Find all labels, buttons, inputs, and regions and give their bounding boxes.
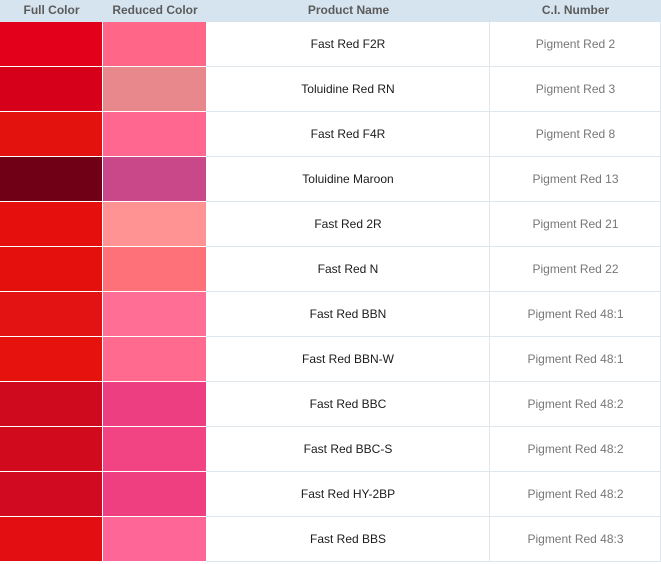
product-name-cell: Fast Red F2R xyxy=(207,22,490,66)
product-name-cell: Fast Red BBC-S xyxy=(207,427,490,471)
table-row: Toluidine Red RN Pigment Red 3 xyxy=(0,67,661,112)
reduced-color-swatch xyxy=(103,157,206,201)
product-name-cell: Fast Red BBC xyxy=(207,382,490,426)
full-color-swatch xyxy=(0,382,102,426)
table-row: Fast Red F2R Pigment Red 2 xyxy=(0,22,661,67)
reduced-color-swatch xyxy=(103,427,206,471)
reduced-color-swatch xyxy=(103,67,206,111)
header-reduced-color: Reduced Color xyxy=(112,3,198,17)
ci-number-cell: Pigment Red 48:2 xyxy=(527,397,624,411)
reduced-color-swatch xyxy=(103,112,206,156)
reduced-color-swatch xyxy=(103,22,206,66)
table-row: Fast Red HY-2BP Pigment Red 48:2 xyxy=(0,472,661,517)
table-row: Fast Red BBN-W Pigment Red 48:1 xyxy=(0,337,661,382)
ci-number-cell: Pigment Red 2 xyxy=(535,37,616,51)
full-color-swatch xyxy=(0,67,102,111)
product-name-cell: Fast Red BBN-W xyxy=(207,337,490,381)
ci-number-cell: Pigment Red 48:3 xyxy=(527,532,624,546)
table-row: Fast Red BBN Pigment Red 48:1 xyxy=(0,292,661,337)
full-color-swatch xyxy=(0,337,102,381)
table-row: Toluidine Maroon Pigment Red 13 xyxy=(0,157,661,202)
reduced-color-swatch xyxy=(103,247,206,291)
full-color-swatch xyxy=(0,202,102,246)
reduced-color-swatch xyxy=(103,292,206,336)
ci-number-cell: Pigment Red 3 xyxy=(535,82,616,96)
full-color-swatch xyxy=(0,112,102,156)
reduced-color-swatch xyxy=(103,472,206,516)
table-row: Fast Red BBC Pigment Red 48:2 xyxy=(0,382,661,427)
ci-number-cell: Pigment Red 13 xyxy=(532,172,619,186)
product-name-cell: Fast Red HY-2BP xyxy=(207,472,490,516)
table-row: Fast Red F4R Pigment Red 8 xyxy=(0,112,661,157)
full-color-swatch xyxy=(0,517,102,561)
product-name-cell: Toluidine Red RN xyxy=(207,67,490,111)
header-ci-number: C.I. Number xyxy=(541,3,610,17)
product-name-cell: Fast Red BBN xyxy=(207,292,490,336)
ci-number-cell: Pigment Red 48:2 xyxy=(527,487,624,501)
product-name-cell: Toluidine Maroon xyxy=(207,157,490,201)
ci-number-cell: Pigment Red 21 xyxy=(532,217,619,231)
table-row: Fast Red BBC-S Pigment Red 48:2 xyxy=(0,427,661,472)
reduced-color-swatch xyxy=(103,517,206,561)
product-name-cell: Fast Red BBS xyxy=(207,517,490,561)
row-divider xyxy=(207,561,661,562)
reduced-color-swatch xyxy=(103,202,206,246)
table-row: Fast Red N Pigment Red 22 xyxy=(0,247,661,292)
ci-number-cell: Pigment Red 22 xyxy=(532,262,619,276)
full-color-swatch xyxy=(0,157,102,201)
pigment-table: Full Color Reduced Color Product Name C.… xyxy=(0,0,661,564)
product-name-cell: Fast Red 2R xyxy=(207,202,490,246)
full-color-swatch xyxy=(0,472,102,516)
reduced-color-swatch xyxy=(103,382,206,426)
header-full-color: Full Color xyxy=(23,3,80,17)
table-header: Full Color Reduced Color Product Name C.… xyxy=(0,0,661,22)
reduced-color-swatch xyxy=(103,337,206,381)
ci-number-cell: Pigment Red 48:1 xyxy=(527,307,624,321)
ci-number-cell: Pigment Red 48:1 xyxy=(527,352,624,366)
full-color-swatch xyxy=(0,22,102,66)
table-row: Fast Red 2R Pigment Red 21 xyxy=(0,202,661,247)
product-name-cell: Fast Red F4R xyxy=(207,112,490,156)
header-product-name: Product Name xyxy=(307,3,390,17)
table-row: Fast Red BBS Pigment Red 48:3 xyxy=(0,517,661,562)
full-color-swatch xyxy=(0,427,102,471)
product-name-cell: Fast Red N xyxy=(207,247,490,291)
ci-number-cell: Pigment Red 48:2 xyxy=(527,442,624,456)
ci-number-cell: Pigment Red 8 xyxy=(535,127,616,141)
full-color-swatch xyxy=(0,292,102,336)
full-color-swatch xyxy=(0,247,102,291)
